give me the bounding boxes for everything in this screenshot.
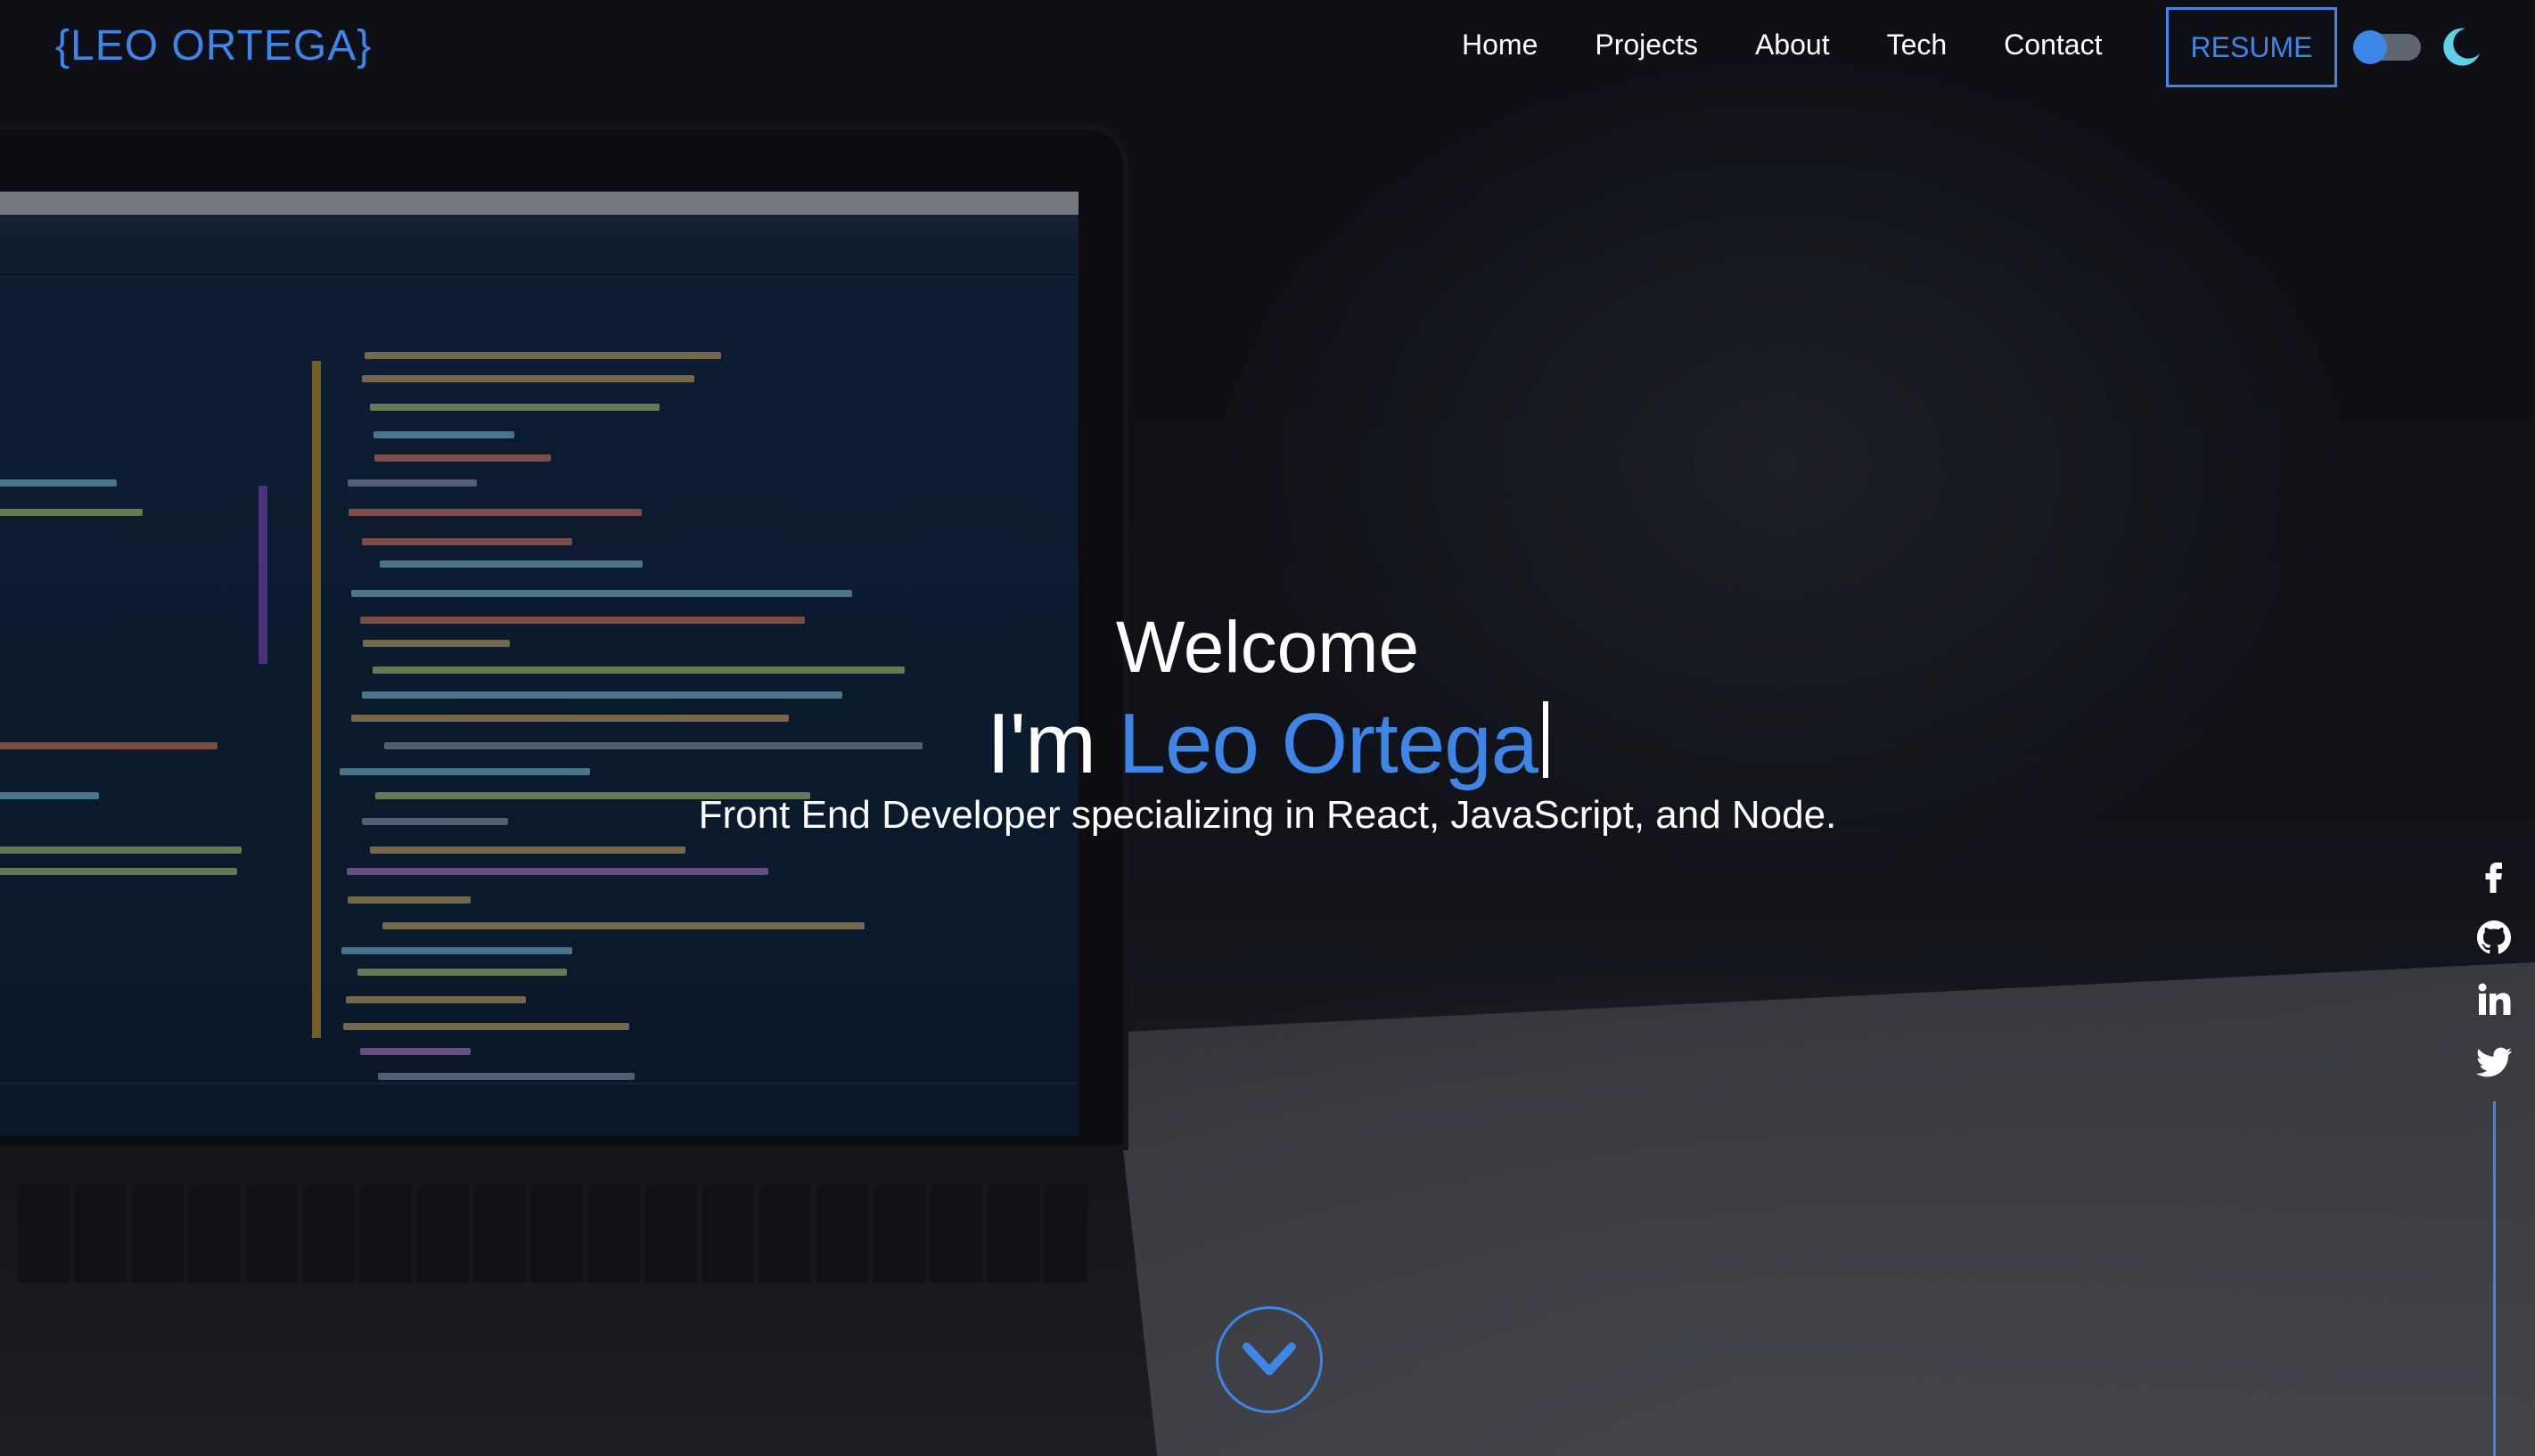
- github-icon[interactable]: [2474, 918, 2514, 957]
- resume-button[interactable]: RESUME: [2166, 7, 2337, 87]
- hero-section: {LEO ORTEGA} Home Projects About Tech Co…: [0, 0, 2535, 1456]
- twitter-icon[interactable]: [2474, 1043, 2514, 1082]
- nav-home[interactable]: Home: [1462, 29, 1538, 61]
- nav-about[interactable]: About: [1755, 29, 1830, 61]
- tagline: Front End Developer specializing in Reac…: [698, 793, 1837, 837]
- scroll-down-button[interactable]: [1216, 1306, 1323, 1413]
- intro-prefix: I'm: [987, 696, 1119, 791]
- theme-toggle-knob: [2353, 30, 2387, 64]
- welcome-heading: Welcome: [1115, 607, 1420, 688]
- intro-heading: I'm Leo Ortega: [0, 695, 2535, 793]
- chevron-down-icon: [1243, 1342, 1296, 1376]
- nav-projects[interactable]: Projects: [1595, 29, 1698, 61]
- nav-tech[interactable]: Tech: [1887, 29, 1948, 61]
- theme-toggle[interactable]: [2353, 30, 2421, 64]
- moon-icon[interactable]: [2439, 25, 2483, 70]
- site-logo[interactable]: {LEO ORTEGA}: [55, 21, 372, 70]
- nav-contact[interactable]: Contact: [2004, 29, 2102, 61]
- typing-cursor: [1542, 701, 1548, 778]
- facebook-icon[interactable]: [2474, 855, 2514, 895]
- intro-name: Leo Ortega: [1118, 696, 1538, 791]
- linkedin-icon[interactable]: [2474, 980, 2514, 1019]
- social-divider-line: [2493, 1101, 2496, 1456]
- main-nav: Home Projects About Tech Contact: [1462, 29, 2159, 61]
